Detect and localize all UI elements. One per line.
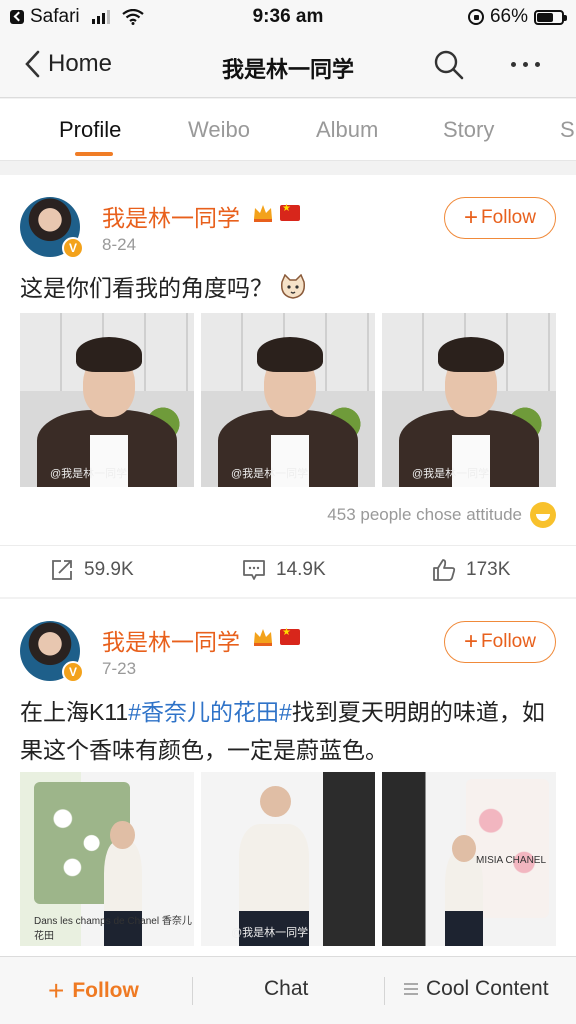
photo-watermark: @我是林一同学: [412, 468, 490, 480]
tab-more[interactable]: S: [560, 117, 575, 143]
post-date: 8-24: [102, 235, 137, 254]
follow-label: Follow: [481, 207, 536, 228]
like-button[interactable]: 173K: [432, 558, 510, 582]
post-photo[interactable]: @我是林一同学: [201, 772, 375, 946]
back-label: Home: [48, 50, 113, 77]
comment-button[interactable]: 14.9K: [242, 558, 326, 582]
avatar[interactable]: V: [20, 621, 84, 683]
divider: [384, 977, 385, 1005]
crown-badge-icon: [254, 629, 272, 646]
crown-badge-icon: [254, 205, 272, 222]
post-text-content: 这是你们看我的角度吗？: [20, 275, 273, 301]
attitude-summary[interactable]: 453 people chose attitude: [327, 502, 556, 528]
cat-emoji-icon: [280, 274, 306, 299]
follow-button[interactable]: + Follow: [444, 621, 556, 663]
post-text: 在上海K11#香奈儿的花田#找到夏天明朗的味道，如果这个香味有颜色，一定是蔚蓝色…: [20, 693, 556, 769]
post-photo[interactable]: MISIA CHANEL: [382, 772, 556, 946]
chat-label: Chat: [264, 977, 309, 1000]
menu-icon: [404, 983, 418, 995]
user-name[interactable]: 我是林一同学: [102, 623, 240, 657]
repost-count: 59.9K: [84, 559, 134, 580]
post-photo[interactable]: Dans les champs de Chanel 香奈儿花田: [20, 772, 194, 946]
comment-count: 14.9K: [276, 559, 326, 580]
post-photo[interactable]: @我是林一同学: [201, 313, 375, 487]
tab-story[interactable]: Story: [443, 117, 494, 143]
follow-button[interactable]: + Follow: [444, 197, 556, 239]
post-date: 7-23: [102, 659, 137, 678]
post-photo[interactable]: @我是林一同学: [382, 313, 556, 487]
post-text: 这是你们看我的角度吗？: [20, 269, 556, 307]
tab-weibo[interactable]: Weibo: [188, 117, 250, 143]
post-card[interactable]: V 我是林一同学 7-23 + Follow 在上海K11#香奈儿的花田#找到夏…: [0, 599, 576, 956]
post-photo[interactable]: @我是林一同学: [20, 313, 194, 487]
like-count: 173K: [466, 559, 511, 580]
repost-icon: [52, 560, 72, 580]
attitude-text: 453 people chose attitude: [327, 505, 522, 524]
rotation-lock-icon: [467, 9, 484, 25]
tab-album[interactable]: Album: [316, 117, 378, 143]
thumbs-up-icon: [433, 559, 456, 581]
search-icon[interactable]: [432, 48, 466, 82]
photo-watermark: @我是林一同学: [231, 927, 309, 939]
active-tab-indicator: [75, 152, 113, 156]
china-flag-icon: [280, 627, 300, 645]
plus-icon: +: [464, 204, 479, 231]
repost-button[interactable]: 59.9K: [50, 558, 134, 582]
cool-content-button[interactable]: Cool Content: [404, 977, 549, 1001]
photo-watermark: @我是林一同学: [231, 468, 309, 480]
chat-button[interactable]: Chat: [264, 977, 308, 1001]
more-options-icon[interactable]: [511, 62, 540, 67]
divider: [192, 977, 193, 1005]
user-name[interactable]: 我是林一同学: [102, 199, 240, 233]
laughing-emoji-icon: [530, 502, 556, 528]
follow-label: Follow: [481, 631, 536, 652]
status-bar: Safari 9:36 am 66%: [0, 0, 576, 34]
back-button[interactable]: Home: [22, 48, 112, 80]
follow-tab-button[interactable]: + Follow: [48, 977, 139, 1005]
verified-badge-icon: V: [62, 237, 84, 259]
plus-icon: +: [464, 628, 479, 655]
profile-tabs: Profile Weibo Album Story S: [0, 99, 576, 161]
status-right: 66%: [467, 6, 567, 28]
tab-profile[interactable]: Profile: [59, 117, 121, 143]
battery-icon: [534, 9, 567, 25]
post-text-part: 在上海K11: [20, 699, 129, 725]
photo-watermark: @我是林一同学: [50, 468, 128, 480]
chevron-left-icon: [25, 50, 40, 78]
bottom-action-bar: + Follow Chat Cool Content: [0, 956, 576, 1024]
navigation-bar: Home 我是林一同学: [0, 34, 576, 98]
comment-icon: [243, 560, 265, 580]
avatar[interactable]: V: [20, 197, 84, 259]
post-actions: 59.9K 14.9K 173K: [0, 545, 576, 597]
photo-caption: Dans les champs de Chanel 香奈儿花田: [34, 916, 192, 942]
verified-badge-icon: V: [62, 661, 84, 683]
post-card[interactable]: V 我是林一同学 8-24 + Follow 这是你们看我的角度吗？ @我是林一…: [0, 175, 576, 597]
hashtag-link[interactable]: #香奈儿的花田#: [128, 699, 292, 725]
battery-percent: 66%: [489, 6, 528, 27]
photo-caption: MISIA CHANEL: [476, 855, 547, 866]
plus-icon: +: [48, 975, 65, 1006]
follow-tab-label: Follow: [72, 979, 139, 1002]
cool-content-label: Cool Content: [426, 977, 549, 1000]
china-flag-icon: [280, 203, 300, 221]
